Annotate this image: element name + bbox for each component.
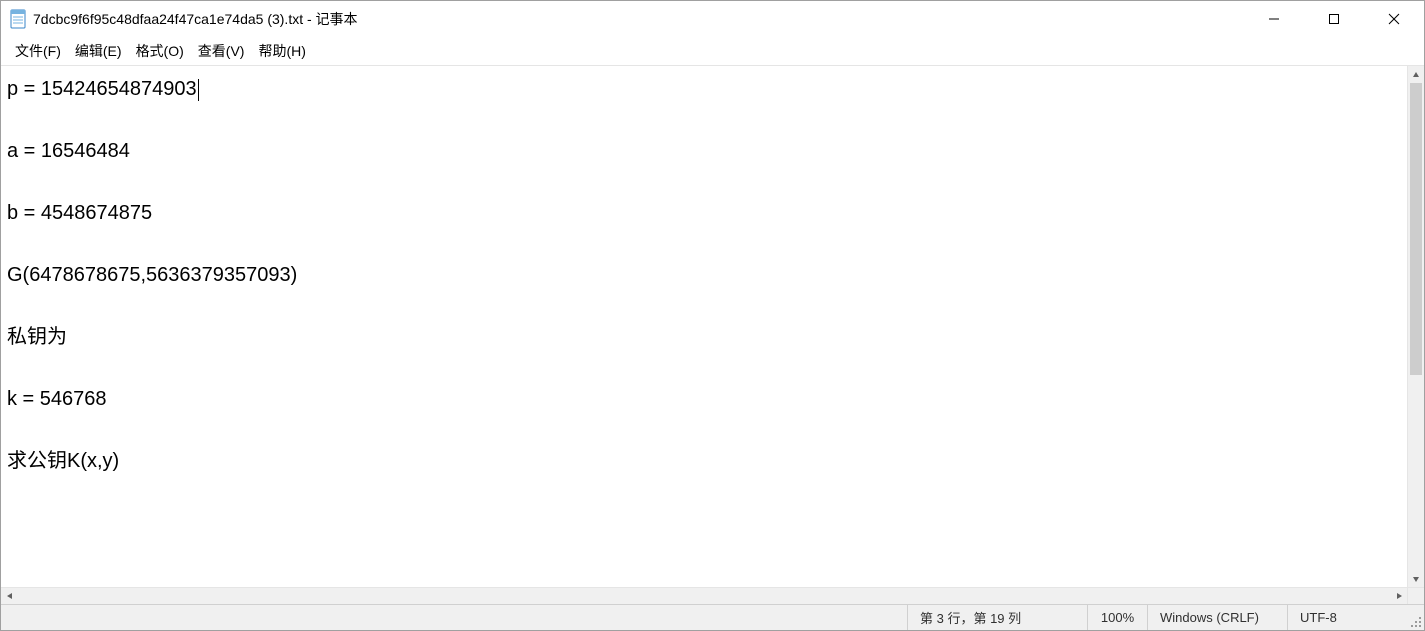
close-button[interactable]: [1364, 1, 1424, 37]
notepad-window: 7dcbc9f6f95c48dfaa24f47ca1e74da5 (3).txt…: [0, 0, 1425, 631]
text-line: b = 4548674875: [7, 202, 152, 224]
status-spacer: [1, 605, 907, 630]
menu-file[interactable]: 文件(F): [9, 39, 67, 63]
text-line: 求公钥K(x,y): [7, 450, 119, 472]
scroll-track[interactable]: [1408, 83, 1424, 570]
titlebar[interactable]: 7dcbc9f6f95c48dfaa24f47ca1e74da5 (3).txt…: [1, 1, 1424, 37]
text-line: 私钥为: [7, 326, 67, 348]
status-cursor-pos: 第 3 行，第 19 列: [907, 605, 1087, 630]
scroll-down-icon[interactable]: [1408, 570, 1424, 587]
vertical-scrollbar[interactable]: [1407, 66, 1424, 587]
status-eol: Windows (CRLF): [1147, 605, 1287, 630]
maximize-button[interactable]: [1304, 1, 1364, 37]
scroll-corner: [1407, 588, 1424, 604]
menu-help[interactable]: 帮助(H): [252, 39, 311, 63]
menu-view[interactable]: 查看(V): [192, 39, 251, 63]
scroll-thumb[interactable]: [1410, 83, 1422, 375]
resize-grip-icon: [1410, 616, 1422, 628]
minimize-button[interactable]: [1244, 1, 1304, 37]
scroll-left-icon[interactable]: [1, 588, 18, 604]
editor-scroll: p = 15424654874903 a = 16546484 b = 4548…: [1, 65, 1424, 587]
statusbar: 第 3 行，第 19 列 100% Windows (CRLF) UTF-8: [1, 604, 1424, 630]
scroll-up-icon[interactable]: [1408, 66, 1424, 83]
content-wrap: p = 15424654874903 a = 16546484 b = 4548…: [1, 65, 1424, 604]
menu-format[interactable]: 格式(O): [130, 39, 190, 63]
hscroll-track[interactable]: [18, 588, 1390, 604]
minimize-icon: [1268, 13, 1280, 25]
text-editor[interactable]: p = 15424654874903 a = 16546484 b = 4548…: [1, 66, 1407, 587]
resize-grip[interactable]: [1407, 605, 1424, 630]
menubar: 文件(F) 编辑(E) 格式(O) 查看(V) 帮助(H): [1, 37, 1424, 65]
status-encoding: UTF-8: [1287, 605, 1407, 630]
text-line: k = 546768: [7, 388, 107, 410]
text-line: G(6478678675,5636379357093): [7, 264, 297, 286]
close-icon: [1388, 13, 1400, 25]
status-zoom: 100%: [1087, 605, 1147, 630]
maximize-icon: [1328, 13, 1340, 25]
scroll-right-icon[interactable]: [1390, 588, 1407, 604]
notepad-icon: [9, 8, 27, 30]
menu-edit[interactable]: 编辑(E): [69, 39, 128, 63]
text-line: a = 16546484: [7, 140, 130, 162]
horizontal-scrollbar[interactable]: [1, 587, 1424, 604]
text-caret: [198, 79, 199, 101]
window-title: 7dcbc9f6f95c48dfaa24f47ca1e74da5 (3).txt…: [33, 9, 358, 29]
text-line: p = 15424654874903: [7, 78, 197, 100]
hscroll-thumb[interactable]: [18, 590, 1390, 602]
